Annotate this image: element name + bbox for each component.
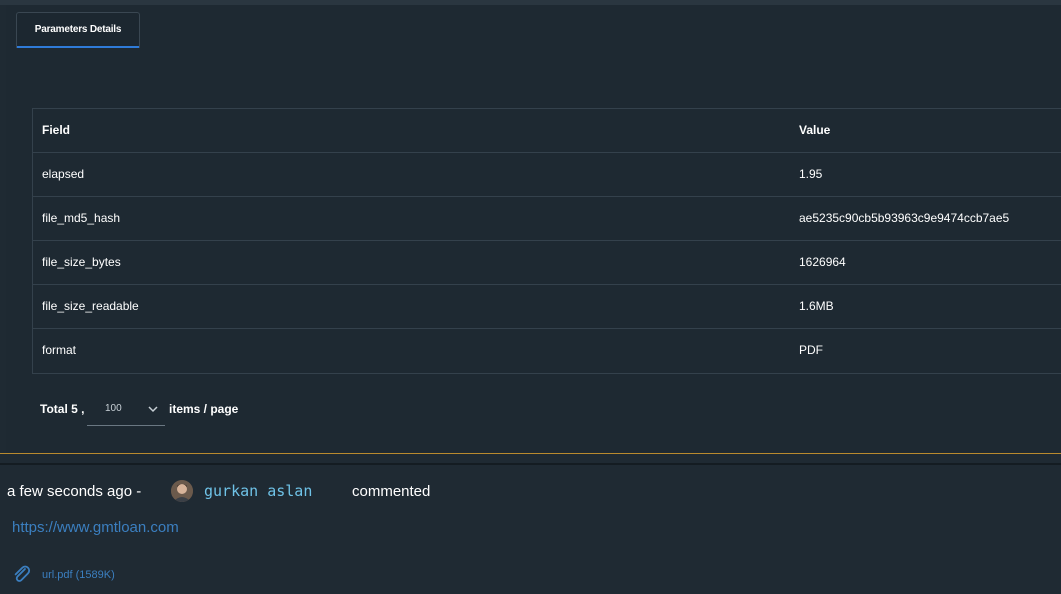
paperclip-icon: [14, 565, 31, 582]
avatar[interactable]: [171, 480, 193, 502]
comment-timestamp: a few seconds ago -: [7, 483, 142, 500]
pagination-suffix: items / page: [169, 402, 239, 416]
column-header-field: Field: [42, 123, 71, 137]
table-row: format PDF: [33, 329, 1061, 373]
page-size-value: 100: [105, 403, 122, 414]
page-size-select[interactable]: 100: [87, 396, 165, 426]
section-divider-shadow: [0, 463, 1061, 465]
value-cell: 1.6MB: [799, 299, 834, 313]
field-cell: format: [42, 343, 77, 357]
comment-action: commented: [352, 483, 431, 500]
value-cell: ae5235c90cb5b93963c9e9474ccb7ae5: [799, 211, 1010, 225]
column-header-value: Value: [799, 123, 831, 137]
pagination-total: Total 5 ,: [40, 402, 85, 416]
section-divider: [0, 453, 1061, 454]
tab-parameters-details[interactable]: Parameters Details: [16, 12, 140, 48]
comment-url-link[interactable]: https://www.gmtloan.com: [12, 519, 179, 536]
table-row: file_size_readable 1.6MB: [33, 285, 1061, 329]
field-cell: file_md5_hash: [42, 211, 121, 225]
field-cell: file_size_bytes: [42, 255, 121, 269]
field-cell: elapsed: [42, 167, 85, 181]
chevron-down-icon: [148, 406, 158, 413]
table-row: elapsed 1.95: [33, 153, 1061, 197]
tab-label: Parameters Details: [34, 24, 122, 35]
user-avatar-icon: [171, 480, 193, 502]
parameters-table: Field Value elapsed 1.95 file_md5_hash a…: [32, 108, 1061, 374]
value-cell: PDF: [799, 343, 823, 357]
attachment-filename: url.pdf (1589K): [42, 569, 115, 581]
table-row: file_md5_hash ae5235c90cb5b93963c9e9474c…: [33, 197, 1061, 241]
comment-author-link[interactable]: gurkan aslan: [204, 482, 312, 500]
value-cell: 1.95: [799, 167, 823, 181]
table-row: file_size_bytes 1626964: [33, 241, 1061, 285]
value-cell: 1626964: [799, 255, 846, 269]
table-header-row: Field Value: [33, 109, 1061, 153]
field-cell: file_size_readable: [42, 299, 139, 313]
active-tab-indicator: [17, 46, 139, 48]
